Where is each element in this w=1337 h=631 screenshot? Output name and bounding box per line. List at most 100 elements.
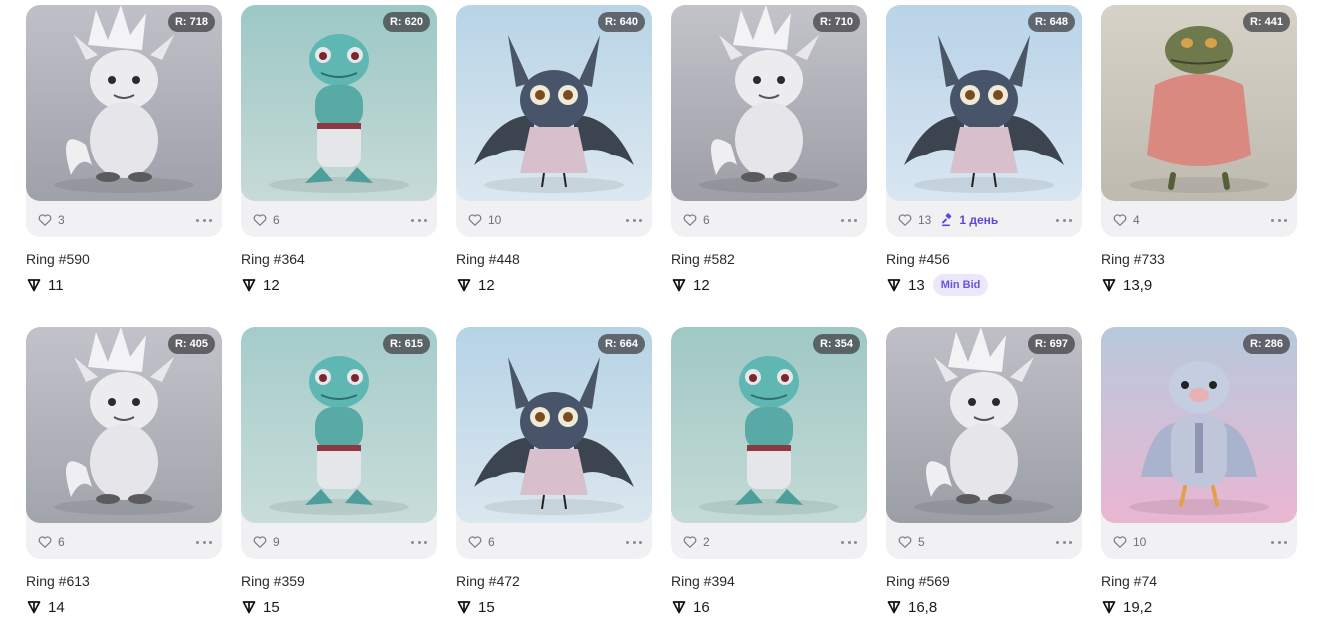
nft-item-8[interactable]: R: 615 9 Ring #359 15 bbox=[241, 327, 437, 620]
nft-item-9[interactable]: R: 664 6 Ring #472 15 bbox=[456, 327, 652, 620]
nft-name[interactable]: Ring #448 bbox=[456, 251, 520, 267]
nft-item-4[interactable]: R: 710 6 Ring #582 12 bbox=[671, 5, 867, 298]
price-value: 12 bbox=[693, 276, 710, 294]
nft-card[interactable]: R: 664 6 bbox=[456, 327, 652, 559]
more-dots-icon[interactable] bbox=[196, 535, 212, 549]
nft-name[interactable]: Ring #590 bbox=[26, 251, 90, 267]
price-row: 14 bbox=[26, 597, 65, 617]
ton-icon bbox=[1102, 601, 1116, 614]
min-bid-badge: Min Bid bbox=[932, 274, 989, 296]
nft-image bbox=[886, 327, 1082, 523]
likes-count: 13 bbox=[918, 213, 932, 227]
heart-icon[interactable] bbox=[468, 535, 482, 549]
card-footer: 6 bbox=[38, 532, 212, 552]
heart-icon[interactable] bbox=[1113, 213, 1127, 227]
heart-icon[interactable] bbox=[1113, 535, 1127, 549]
more-dots-icon[interactable] bbox=[626, 213, 642, 227]
ton-icon bbox=[27, 279, 41, 292]
nft-thumbnail[interactable]: R: 405 bbox=[26, 327, 222, 523]
nft-item-6[interactable]: R: 441 4 Ring #733 13,9 bbox=[1101, 5, 1297, 298]
nft-thumbnail[interactable]: R: 615 bbox=[241, 327, 437, 523]
nft-card[interactable]: R: 648 13 1 день bbox=[886, 5, 1082, 237]
card-footer: 6 bbox=[468, 532, 642, 552]
nft-card[interactable]: R: 441 4 bbox=[1101, 5, 1297, 237]
nft-grid: R: 718 3 Ring #590 11 R: 620 6 Ring #364… bbox=[26, 5, 1297, 620]
heart-icon[interactable] bbox=[38, 213, 52, 227]
more-dots-icon[interactable] bbox=[1056, 213, 1072, 227]
more-dots-icon[interactable] bbox=[1056, 535, 1072, 549]
nft-name[interactable]: Ring #74 bbox=[1101, 573, 1157, 589]
rarity-badge: R: 648 bbox=[1027, 12, 1075, 32]
heart-icon[interactable] bbox=[468, 213, 482, 227]
more-dots-icon[interactable] bbox=[411, 213, 427, 227]
card-footer: 2 bbox=[683, 532, 857, 552]
nft-thumbnail[interactable]: R: 710 bbox=[671, 5, 867, 201]
rarity-badge: R: 286 bbox=[1242, 334, 1290, 354]
nft-card[interactable]: R: 615 9 bbox=[241, 327, 437, 559]
likes-count: 9 bbox=[273, 535, 280, 549]
nft-name[interactable]: Ring #359 bbox=[241, 573, 305, 589]
nft-thumbnail[interactable]: R: 697 bbox=[886, 327, 1082, 523]
likes-count: 6 bbox=[488, 535, 495, 549]
price-row: 16,8 bbox=[886, 597, 937, 617]
nft-thumbnail[interactable]: R: 648 bbox=[886, 5, 1082, 201]
heart-icon[interactable] bbox=[898, 213, 912, 227]
price-value: 19,2 bbox=[1123, 598, 1153, 616]
ton-icon bbox=[887, 601, 901, 614]
rarity-badge: R: 664 bbox=[597, 334, 645, 354]
nft-item-11[interactable]: R: 697 5 Ring #569 16,8 bbox=[886, 327, 1082, 620]
nft-image bbox=[671, 327, 867, 523]
card-footer: 5 bbox=[898, 532, 1072, 552]
nft-card[interactable]: R: 620 6 bbox=[241, 5, 437, 237]
nft-card[interactable]: R: 405 6 bbox=[26, 327, 222, 559]
heart-icon[interactable] bbox=[253, 213, 267, 227]
nft-item-7[interactable]: R: 405 6 Ring #613 14 bbox=[26, 327, 222, 620]
nft-name[interactable]: Ring #582 bbox=[671, 251, 735, 267]
nft-thumbnail[interactable]: R: 441 bbox=[1101, 5, 1297, 201]
nft-name[interactable]: Ring #569 bbox=[886, 573, 950, 589]
nft-thumbnail[interactable]: R: 354 bbox=[671, 327, 867, 523]
nft-thumbnail[interactable]: R: 718 bbox=[26, 5, 222, 201]
heart-icon[interactable] bbox=[253, 535, 267, 549]
price-row: 19,2 bbox=[1101, 597, 1152, 617]
nft-item-5[interactable]: R: 648 13 1 день Ring #456 13 Min Bid bbox=[886, 5, 1082, 298]
nft-name[interactable]: Ring #364 bbox=[241, 251, 305, 267]
nft-card[interactable]: R: 710 6 bbox=[671, 5, 867, 237]
nft-thumbnail[interactable]: R: 286 bbox=[1101, 327, 1297, 523]
more-dots-icon[interactable] bbox=[1271, 213, 1287, 227]
more-dots-icon[interactable] bbox=[1271, 535, 1287, 549]
rarity-badge: R: 405 bbox=[167, 334, 215, 354]
heart-icon[interactable] bbox=[683, 535, 697, 549]
nft-card[interactable]: R: 286 10 bbox=[1101, 327, 1297, 559]
nft-name[interactable]: Ring #733 bbox=[1101, 251, 1165, 267]
nft-name[interactable]: Ring #456 bbox=[886, 251, 950, 267]
nft-card[interactable]: R: 718 3 bbox=[26, 5, 222, 237]
nft-name[interactable]: Ring #394 bbox=[671, 573, 735, 589]
price-row: 15 bbox=[241, 597, 280, 617]
nft-item-2[interactable]: R: 620 6 Ring #364 12 bbox=[241, 5, 437, 298]
price-row: 12 bbox=[671, 275, 710, 295]
nft-card[interactable]: R: 697 5 bbox=[886, 327, 1082, 559]
nft-card[interactable]: R: 354 2 bbox=[671, 327, 867, 559]
nft-item-10[interactable]: R: 354 2 Ring #394 16 bbox=[671, 327, 867, 620]
heart-icon[interactable] bbox=[898, 535, 912, 549]
price-row: 11 bbox=[26, 275, 64, 295]
nft-name[interactable]: Ring #472 bbox=[456, 573, 520, 589]
nft-thumbnail[interactable]: R: 620 bbox=[241, 5, 437, 201]
more-dots-icon[interactable] bbox=[841, 213, 857, 227]
nft-name[interactable]: Ring #613 bbox=[26, 573, 90, 589]
heart-icon[interactable] bbox=[683, 213, 697, 227]
nft-card[interactable]: R: 640 10 bbox=[456, 5, 652, 237]
nft-item-1[interactable]: R: 718 3 Ring #590 11 bbox=[26, 5, 222, 298]
more-dots-icon[interactable] bbox=[626, 535, 642, 549]
nft-thumbnail[interactable]: R: 664 bbox=[456, 327, 652, 523]
auction-time-left: 1 день bbox=[959, 213, 999, 227]
nft-item-3[interactable]: R: 640 10 Ring #448 12 bbox=[456, 5, 652, 298]
nft-item-12[interactable]: R: 286 10 Ring #74 19,2 bbox=[1101, 327, 1297, 620]
more-dots-icon[interactable] bbox=[841, 535, 857, 549]
nft-thumbnail[interactable]: R: 640 bbox=[456, 5, 652, 201]
nft-image bbox=[1101, 327, 1297, 523]
more-dots-icon[interactable] bbox=[196, 213, 212, 227]
heart-icon[interactable] bbox=[38, 535, 52, 549]
more-dots-icon[interactable] bbox=[411, 535, 427, 549]
